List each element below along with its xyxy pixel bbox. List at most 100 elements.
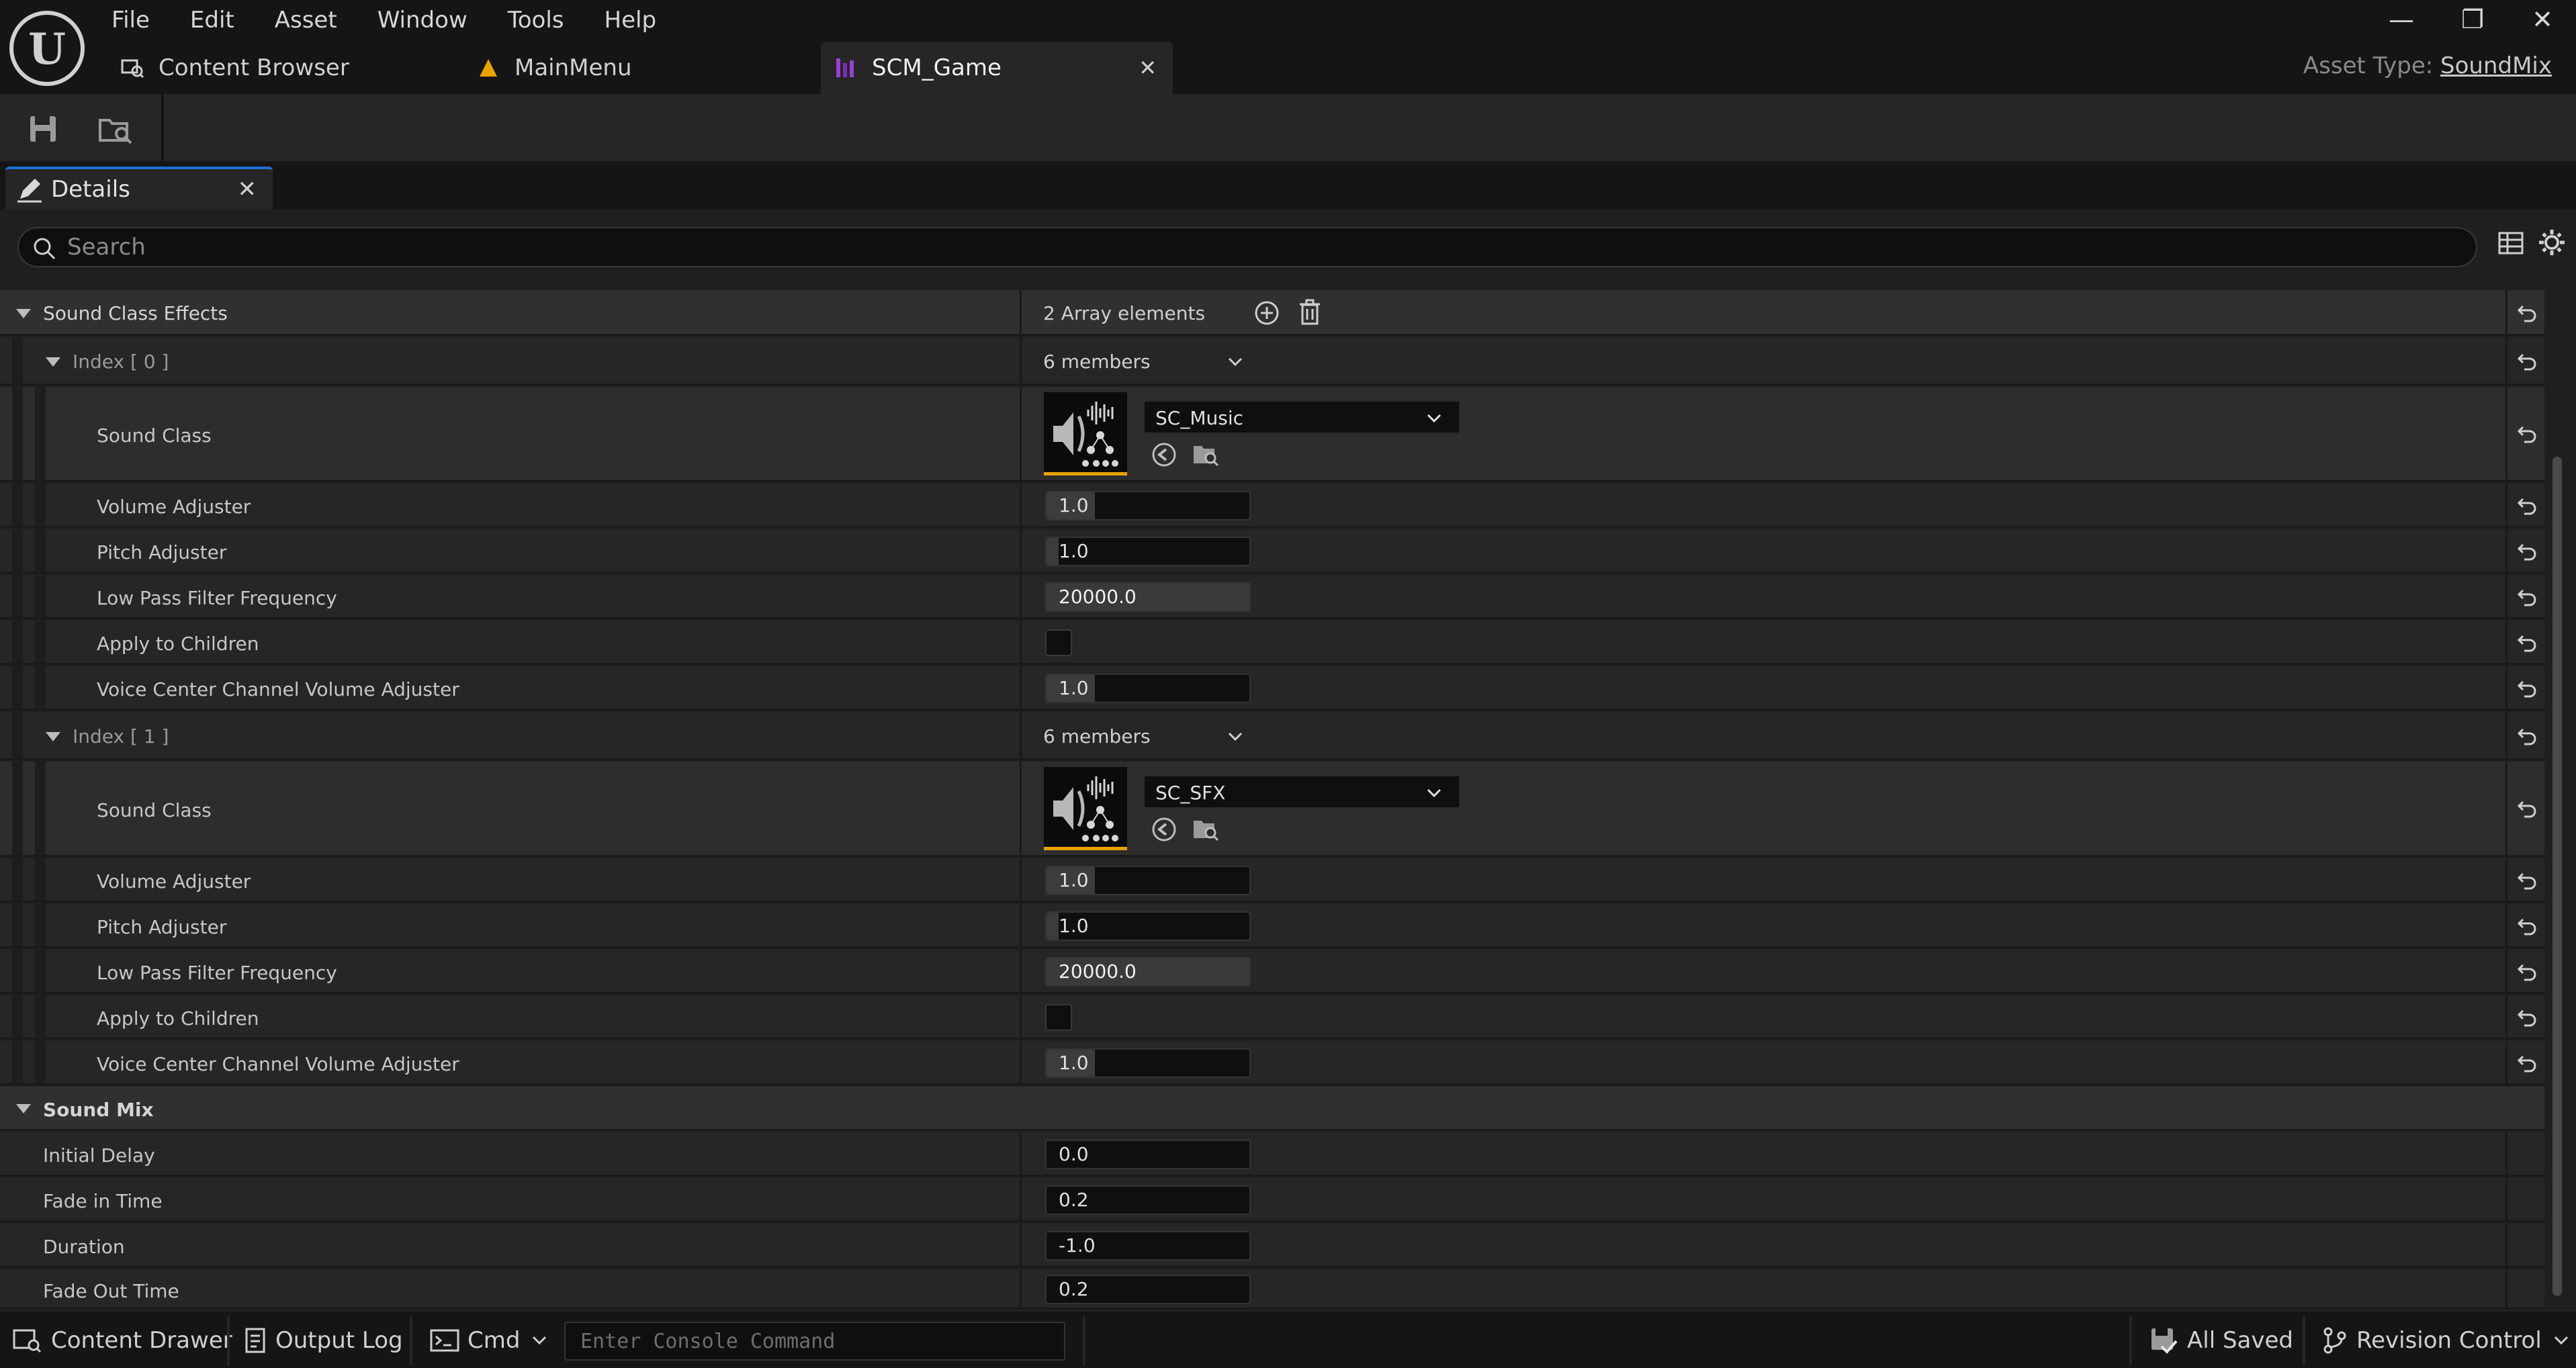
tab-scm-game[interactable]: SCM_Game ✕ — [821, 42, 1173, 94]
menu-asset[interactable]: Asset — [255, 4, 357, 36]
save-button[interactable] — [21, 107, 64, 150]
reset-to-default-icon[interactable] — [2514, 724, 2538, 748]
sound-class-thumbnail[interactable] — [1044, 767, 1127, 850]
column-divider — [2505, 387, 2507, 480]
restore-button[interactable]: ❐ — [2442, 0, 2503, 39]
reset-to-default-icon[interactable] — [2514, 1005, 2538, 1030]
menu-file[interactable]: File — [91, 4, 170, 36]
sound-class-thumbnail[interactable] — [1044, 392, 1127, 475]
property-row-fade-in-time: Fade in Time 0.2 — [0, 1178, 2544, 1222]
indent-bar — [12, 484, 23, 526]
reset-to-default-icon[interactable] — [2514, 676, 2538, 700]
details-tab-label: Details — [51, 176, 130, 203]
chevron-down-icon[interactable] — [1227, 728, 1244, 745]
fade-out-time-input[interactable]: 0.2 — [1045, 1275, 1251, 1304]
tab-content-browser[interactable]: Content Browser — [121, 42, 463, 94]
browse-asset-icon[interactable] — [1192, 441, 1220, 469]
voice-center-input[interactable]: 1.0 — [1045, 1048, 1251, 1078]
menu-window[interactable]: Window — [357, 4, 488, 36]
indent-bar — [35, 1041, 46, 1083]
collapse-arrow-icon[interactable] — [15, 305, 32, 322]
sound-class-combo[interactable]: SC_Music — [1143, 400, 1460, 434]
add-element-icon[interactable] — [1253, 300, 1280, 326]
sound-class-value: SC_SFX — [1155, 782, 1226, 804]
chevron-down-icon[interactable] — [1227, 353, 1244, 371]
reset-to-default-icon[interactable] — [2514, 422, 2538, 446]
console-command-input[interactable]: Enter Console Command — [564, 1322, 1065, 1361]
details-tab-bar: Details ✕ — [0, 161, 2576, 210]
category-sound-mix[interactable]: Sound Mix — [0, 1087, 2544, 1131]
delete-all-icon[interactable] — [1296, 298, 1323, 326]
browse-asset-icon[interactable] — [1192, 815, 1220, 843]
cmd-dropdown[interactable]: Cmd — [430, 1316, 548, 1365]
vertical-scrollbar[interactable] — [2552, 457, 2562, 1296]
reset-to-default-icon[interactable] — [2514, 494, 2538, 518]
tab-close-icon[interactable]: ✕ — [1139, 55, 1157, 81]
menu-tools[interactable]: Tools — [488, 4, 584, 36]
field-value: 0.2 — [1059, 1278, 1089, 1300]
details-tab[interactable]: Details ✕ — [5, 167, 273, 210]
array-index-0[interactable]: Index [ 0 ] 6 members — [0, 337, 2544, 385]
initial-delay-input[interactable]: 0.0 — [1045, 1140, 1251, 1169]
chevron-down-icon — [2554, 1336, 2568, 1345]
reset-to-default-icon[interactable] — [2514, 301, 2538, 325]
reset-to-default-icon[interactable] — [2514, 914, 2538, 938]
indent-bar — [12, 995, 23, 1038]
low-pass-filter-input[interactable]: 20000.0 — [1045, 957, 1251, 987]
property-matrix-icon[interactable] — [2497, 230, 2524, 257]
minimize-button[interactable]: — — [2371, 0, 2432, 39]
chevron-down-icon — [1427, 788, 1441, 798]
collapse-arrow-icon[interactable] — [15, 1100, 32, 1118]
reset-to-default-icon[interactable] — [2514, 631, 2538, 655]
reset-to-default-icon[interactable] — [2514, 349, 2538, 373]
reset-to-default-icon[interactable] — [2514, 796, 2538, 821]
reset-to-default-icon[interactable] — [2514, 960, 2538, 984]
category-sound-class-effects[interactable]: Sound Class Effects 2 Array elements — [0, 290, 2544, 336]
volume-adjuster-input[interactable]: 1.0 — [1045, 866, 1251, 895]
all-saved-button[interactable]: All Saved — [2149, 1316, 2293, 1365]
slider-fill — [1047, 538, 1059, 565]
unreal-logo-icon[interactable]: U — [9, 11, 85, 86]
property-name: Duration — [43, 1236, 125, 1258]
column-divider — [1020, 762, 1022, 855]
menu-help[interactable]: Help — [584, 4, 677, 36]
apply-to-children-checkbox[interactable] — [1045, 1004, 1072, 1031]
column-divider — [2505, 621, 2507, 663]
voice-center-input[interactable]: 1.0 — [1045, 674, 1251, 703]
low-pass-filter-input[interactable]: 20000.0 — [1045, 582, 1251, 612]
property-row-apply-to-children: Apply to Children — [0, 995, 2544, 1040]
settings-gear-icon[interactable] — [2538, 228, 2566, 257]
column-divider — [2505, 337, 2507, 383]
reset-to-default-icon[interactable] — [2514, 1051, 2538, 1075]
reset-to-default-icon[interactable] — [2514, 585, 2538, 609]
apply-to-children-checkbox[interactable] — [1045, 629, 1072, 656]
asset-type-link[interactable]: SoundMix — [2440, 52, 2552, 79]
fade-in-time-input[interactable]: 0.2 — [1045, 1185, 1251, 1215]
use-selected-icon[interactable] — [1150, 815, 1178, 843]
sound-mix-icon — [836, 58, 854, 77]
sound-class-combo[interactable]: SC_SFX — [1143, 775, 1460, 809]
column-divider — [1020, 484, 1022, 526]
collapse-arrow-icon[interactable] — [44, 353, 62, 371]
details-close-icon[interactable]: ✕ — [238, 176, 257, 203]
reset-to-default-icon[interactable] — [2514, 868, 2538, 893]
search-input[interactable]: Search — [17, 227, 2477, 267]
use-selected-icon[interactable] — [1150, 441, 1178, 469]
column-divider — [2505, 1269, 2507, 1308]
pitch-adjuster-input[interactable]: 1.0 — [1045, 537, 1251, 566]
array-index-1[interactable]: Index [ 1 ] 6 members — [0, 712, 2544, 760]
pitch-adjuster-input[interactable]: 1.0 — [1045, 911, 1251, 941]
duration-input[interactable]: -1.0 — [1045, 1231, 1251, 1261]
browse-to-asset-button[interactable] — [94, 107, 137, 150]
field-value: 1.0 — [1059, 1052, 1089, 1074]
collapse-arrow-icon[interactable] — [44, 728, 62, 745]
output-log-button[interactable]: Output Log — [245, 1316, 403, 1365]
revision-control-button[interactable]: Revision Control — [2323, 1316, 2570, 1365]
reset-to-default-icon[interactable] — [2514, 539, 2538, 563]
volume-adjuster-input[interactable]: 1.0 — [1045, 491, 1251, 520]
menu-edit[interactable]: Edit — [170, 4, 255, 36]
content-drawer-button[interactable]: Content Drawer — [12, 1316, 232, 1365]
tab-mainmenu[interactable]: MainMenu — [477, 42, 819, 94]
close-window-button[interactable]: ✕ — [2512, 0, 2573, 39]
column-divider — [1020, 1224, 1022, 1266]
